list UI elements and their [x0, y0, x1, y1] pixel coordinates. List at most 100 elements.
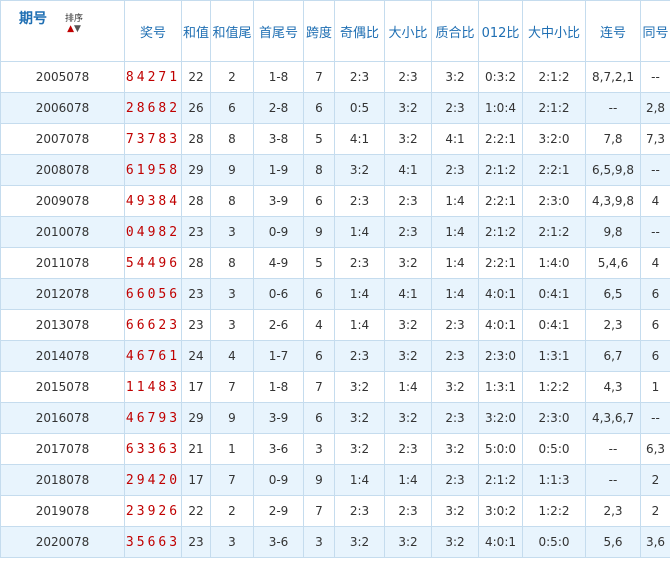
head-tail-cell: 1-9: [253, 154, 304, 186]
big-small-cell: 3:2: [384, 402, 432, 434]
draw-numbers-cell: 66056: [124, 278, 182, 310]
same-cell: 2: [640, 495, 670, 527]
big-small-cell: 2:3: [384, 185, 432, 217]
sort-control[interactable]: 排序 ▲▼: [65, 11, 83, 34]
table-row: 2006078 28682 26 6 2-8 6 0:5 3:2 2:3 1:0:4 2:1:2 --…: [0, 92, 670, 124]
consecutive-cell: 9,8: [585, 216, 641, 248]
ratio-012-cell: 1:3:1: [478, 371, 523, 403]
issue-header-label: 期号: [19, 11, 47, 27]
same-cell: 4: [640, 247, 670, 279]
head-tail-cell: 2-6: [253, 309, 304, 341]
ratio-012-cell: 2:1:2: [478, 464, 523, 496]
sum-tail-cell: 9: [210, 402, 254, 434]
ratio-012-cell: 4:0:1: [478, 278, 523, 310]
odd-even-cell: 3:2: [334, 402, 385, 434]
head-tail-cell: 3-6: [253, 526, 304, 558]
sort-down-icon[interactable]: ▼: [74, 24, 81, 34]
same-cell: 2,8: [640, 92, 670, 124]
issue-cell: 2015078: [0, 371, 125, 403]
sum-tail-cell: 8: [210, 247, 254, 279]
big-small-cell: 2:3: [384, 216, 432, 248]
sum-tail-cell: 3: [210, 216, 254, 248]
span-cell: 7: [303, 61, 335, 93]
span-cell: 7: [303, 495, 335, 527]
big-small-cell: 3:2: [384, 526, 432, 558]
table-row: 2010078 04982 23 3 0-9 9 1:4 2:3 1:4 2:1:2 2:1:2 9,…: [0, 216, 670, 248]
big-mid-small-cell: 1:1:3: [522, 464, 586, 496]
issue-cell: 2008078: [0, 154, 125, 186]
header-head-tail: 首尾号: [253, 0, 304, 62]
span-cell: 5: [303, 123, 335, 155]
draw-numbers-cell: 61958: [124, 154, 182, 186]
same-cell: --: [640, 154, 670, 186]
head-tail-cell: 1-7: [253, 340, 304, 372]
odd-even-cell: 2:3: [334, 340, 385, 372]
prime-composite-cell: 3:2: [431, 495, 479, 527]
sum-tail-cell: 8: [210, 185, 254, 217]
issue-cell: 2018078: [0, 464, 125, 496]
big-mid-small-cell: 2:1:2: [522, 61, 586, 93]
same-cell: 4: [640, 185, 670, 217]
prime-composite-cell: 2:3: [431, 309, 479, 341]
prime-composite-cell: 2:3: [431, 154, 479, 186]
head-tail-cell: 3-9: [253, 185, 304, 217]
span-cell: 3: [303, 526, 335, 558]
head-tail-cell: 2-9: [253, 495, 304, 527]
prime-composite-cell: 2:3: [431, 92, 479, 124]
consecutive-cell: 4,3,9,8: [585, 185, 641, 217]
big-small-cell: 4:1: [384, 154, 432, 186]
header-sum-tail: 和值尾: [210, 0, 254, 62]
prime-composite-cell: 4:1: [431, 123, 479, 155]
big-mid-small-cell: 2:1:2: [522, 216, 586, 248]
big-small-cell: 2:3: [384, 495, 432, 527]
sum-cell: 29: [181, 154, 211, 186]
head-tail-cell: 2-8: [253, 92, 304, 124]
issue-cell: 2020078: [0, 526, 125, 558]
odd-even-cell: 1:4: [334, 216, 385, 248]
ratio-012-cell: 4:0:1: [478, 309, 523, 341]
ratio-012-cell: 2:1:2: [478, 154, 523, 186]
ratio-012-cell: 1:0:4: [478, 92, 523, 124]
issue-cell: 2014078: [0, 340, 125, 372]
issue-cell: 2006078: [0, 92, 125, 124]
consecutive-cell: 4,3: [585, 371, 641, 403]
span-cell: 6: [303, 92, 335, 124]
big-mid-small-cell: 2:1:2: [522, 92, 586, 124]
sum-tail-cell: 2: [210, 495, 254, 527]
header-issue: 期号 排序 ▲▼: [0, 0, 125, 62]
ratio-012-cell: 2:1:2: [478, 216, 523, 248]
sum-cell: 17: [181, 464, 211, 496]
header-consecutive: 连号: [585, 0, 641, 62]
sort-arrows-icon[interactable]: ▲▼: [65, 25, 83, 34]
head-tail-cell: 1-8: [253, 371, 304, 403]
consecutive-cell: 6,7: [585, 340, 641, 372]
table-row: 2005078 84271 22 2 1-8 7 2:3 2:3 3:2 0:3:2 2:1:2 8,…: [0, 61, 670, 93]
table-row: 2013078 66623 23 3 2-6 4 1:4 3:2 2:3 4:0:1 0:4:1 2,…: [0, 309, 670, 341]
same-cell: 6: [640, 340, 670, 372]
big-mid-small-cell: 0:5:0: [522, 433, 586, 465]
ratio-012-cell: 3:2:0: [478, 402, 523, 434]
header-same: 同号: [640, 0, 670, 62]
header-sum: 和值: [181, 0, 211, 62]
ratio-012-cell: 2:2:1: [478, 123, 523, 155]
span-cell: 4: [303, 309, 335, 341]
big-small-cell: 4:1: [384, 278, 432, 310]
draw-numbers-cell: 49384: [124, 185, 182, 217]
issue-cell: 2011078: [0, 247, 125, 279]
prime-composite-cell: 1:4: [431, 247, 479, 279]
consecutive-cell: 5,6: [585, 526, 641, 558]
sum-cell: 28: [181, 123, 211, 155]
header-odd-even: 奇偶比: [334, 0, 385, 62]
table-row: 2008078 61958 29 9 1-9 8 3:2 4:1 2:3 2:1:2 2:2:1 6,…: [0, 154, 670, 186]
sort-up-icon[interactable]: ▲: [67, 24, 74, 34]
consecutive-cell: --: [585, 92, 641, 124]
big-mid-small-cell: 2:3:0: [522, 402, 586, 434]
consecutive-cell: --: [585, 433, 641, 465]
prime-composite-cell: 1:4: [431, 185, 479, 217]
sum-tail-cell: 7: [210, 464, 254, 496]
header-draw: 奖号: [124, 0, 182, 62]
draw-numbers-cell: 63363: [124, 433, 182, 465]
consecutive-cell: 2,3: [585, 495, 641, 527]
header-prime-composite: 质合比: [431, 0, 479, 62]
sum-cell: 23: [181, 216, 211, 248]
